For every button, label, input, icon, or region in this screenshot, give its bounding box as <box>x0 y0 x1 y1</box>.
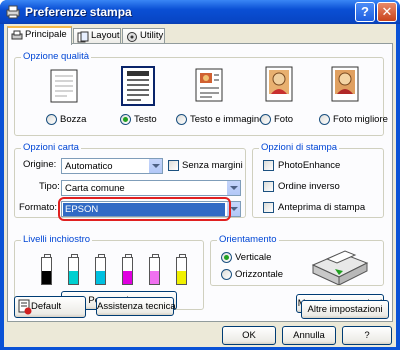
landscape-label: Orizzontale <box>235 269 284 280</box>
dialog-body: Principale Layout Utility Opzione qualit… <box>4 24 396 347</box>
format-highlight-box <box>58 197 231 221</box>
type-select[interactable]: Carta comune <box>61 180 241 196</box>
help-button[interactable]: ? <box>342 326 392 345</box>
quality-foto-migliore-label: Foto migliore <box>333 114 388 125</box>
title-help-button[interactable]: ? <box>355 2 375 22</box>
photoenhance-label: PhotoEnhance <box>278 160 341 171</box>
default-reset-icon <box>18 299 32 315</box>
source-label: Origine: <box>23 159 57 170</box>
print-preview-label: Anteprima di stampa <box>278 202 366 213</box>
ink-cartridge <box>122 254 133 285</box>
default-label: Default <box>31 301 62 312</box>
print-options-title: Opzioni di stampa <box>259 142 340 153</box>
reverse-order-label: Ordine inverso <box>278 181 340 192</box>
borderless-label: Senza margini <box>182 160 243 171</box>
ink-cartridge <box>68 254 79 285</box>
quality-bozza-label: Bozza <box>60 114 87 125</box>
quality-group-title: Opzione qualità <box>21 51 92 62</box>
best-photo-icon[interactable] <box>331 66 359 102</box>
type-value: Carta comune <box>65 183 125 194</box>
tab-principale[interactable]: Principale <box>7 26 72 45</box>
ink-level-fill <box>150 271 159 284</box>
orientation-group-title: Orientamento <box>217 234 279 245</box>
quality-testo-immagine-label: Testo e immagine <box>190 114 265 125</box>
tab-utility[interactable]: Utility <box>122 28 165 44</box>
quality-foto-migliore-radio[interactable] <box>319 114 330 125</box>
default-button[interactable]: Default <box>14 296 86 318</box>
cancel-button[interactable]: Annulla <box>282 326 336 345</box>
source-select[interactable]: Automatico <box>61 158 163 174</box>
quality-group: Opzione qualità Bozza Testo Testo e imma… <box>14 51 388 136</box>
orientation-group: Orientamento Verticale Orizzontale <box>210 234 384 286</box>
quality-testo-radio[interactable] <box>120 114 131 125</box>
tab-label: Layout <box>91 30 120 41</box>
landscape-radio[interactable] <box>221 269 232 280</box>
dialog-window: Preferenze stampa ? ✕ Principale Layout <box>0 0 400 350</box>
print-options-group: Opzioni di stampa PhotoEnhance Ordine in… <box>252 142 384 218</box>
reverse-order-checkbox[interactable] <box>263 181 274 192</box>
chevron-down-icon[interactable] <box>226 181 240 195</box>
ink-level-fill <box>96 271 105 284</box>
photoenhance-checkbox[interactable] <box>263 160 274 171</box>
text-image-document-icon[interactable] <box>194 67 224 103</box>
more-settings-button[interactable]: Altre impostazioni <box>301 300 389 319</box>
ink-cartridge <box>41 254 52 285</box>
ink-cartridge <box>149 254 160 285</box>
ink-cartridge <box>95 254 106 285</box>
ok-button[interactable]: OK <box>222 326 276 345</box>
printer-tab-icon <box>11 30 23 40</box>
ink-level-fill <box>69 271 78 284</box>
printer-icon <box>6 5 20 19</box>
type-label: Tipo: <box>39 181 60 192</box>
print-preview-checkbox[interactable] <box>263 202 274 213</box>
orientation-printer-icon <box>311 250 369 285</box>
ink-level-fill <box>177 271 186 284</box>
photo-icon[interactable] <box>265 66 293 102</box>
chevron-down-icon[interactable] <box>148 159 162 173</box>
tech-support-button[interactable]: Assistenza tecnica <box>96 297 176 316</box>
quality-testo-immagine-radio[interactable] <box>176 114 187 125</box>
layout-tab-icon <box>77 31 89 43</box>
tab-layout[interactable]: Layout <box>73 28 121 44</box>
portrait-label: Verticale <box>235 252 272 263</box>
title-bar[interactable]: Preferenze stampa ? ✕ <box>0 0 400 24</box>
ink-group-title: Livelli inchiostro <box>21 234 93 245</box>
paper-group-title: Opzioni carta <box>21 142 81 153</box>
paper-group: Opzioni carta Origine: Automatico Senza … <box>14 142 246 221</box>
close-button[interactable]: ✕ <box>377 2 397 22</box>
utility-tab-icon <box>127 32 137 42</box>
source-value: Automatico <box>65 161 113 172</box>
tab-label: Principale <box>25 29 67 40</box>
quality-bozza-radio[interactable] <box>46 114 57 125</box>
tab-panel-principale: Opzione qualità Bozza Testo Testo e imma… <box>7 43 393 322</box>
portrait-radio[interactable] <box>221 252 232 263</box>
window-title: Preferenze stampa <box>25 5 132 19</box>
format-label: Formato: <box>19 202 58 213</box>
draft-document-icon[interactable] <box>49 68 79 104</box>
quality-testo-label: Testo <box>134 114 157 125</box>
text-document-icon[interactable] <box>121 66 155 106</box>
ink-level-fill <box>123 271 132 284</box>
tab-label: Utility <box>140 30 164 41</box>
ink-cartridge <box>176 254 187 285</box>
quality-foto-radio[interactable] <box>260 114 271 125</box>
ink-level-fill <box>42 271 51 284</box>
borderless-checkbox[interactable] <box>168 160 179 171</box>
quality-foto-label: Foto <box>274 114 294 125</box>
